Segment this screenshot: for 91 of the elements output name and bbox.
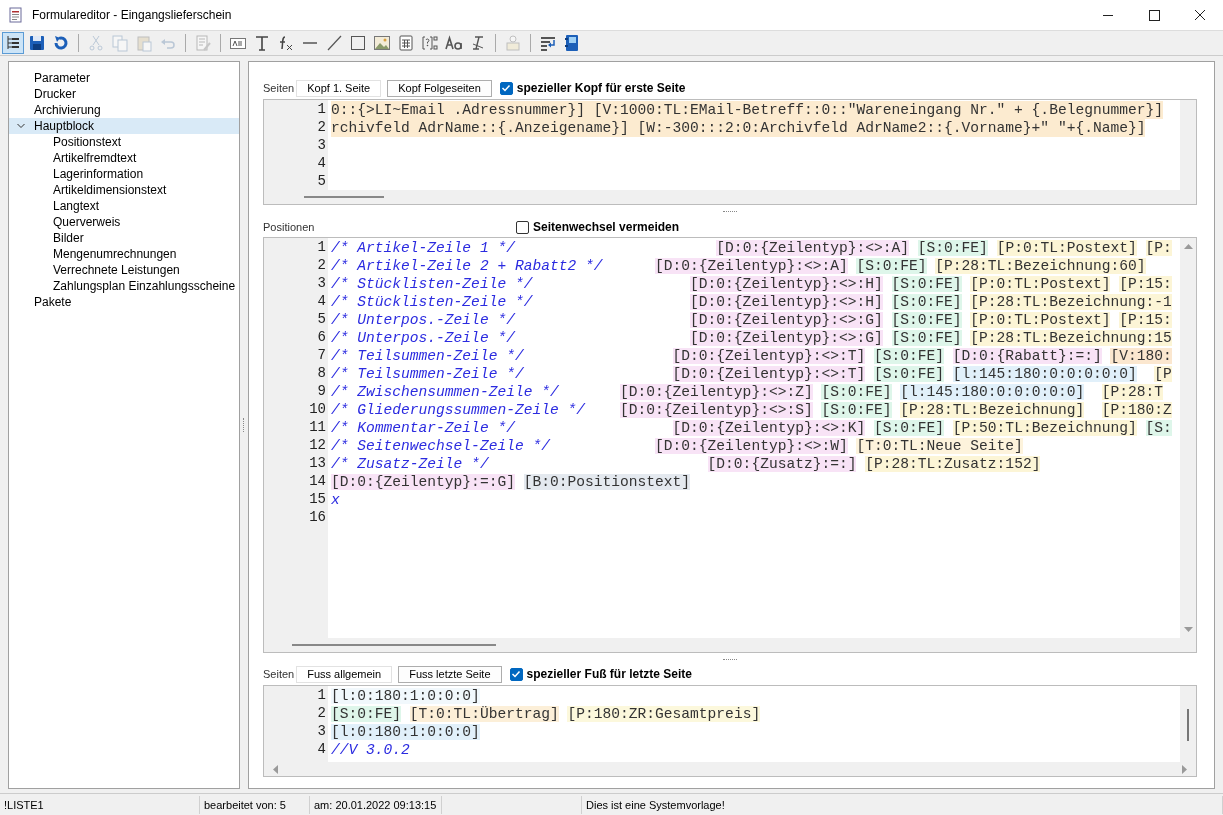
tab[interactable]: Fuss letzte Seite [398, 665, 502, 683]
code-line: /* Seitenwechsel-Zeile */ [D:0:{Zeilentyp}:<>:W] [T:0:TL:Neue Seite] [331, 437, 1023, 455]
tree-item[interactable]: Artikelfremdtext [9, 150, 239, 166]
code-line: [D:0:{Zeilentyp}:=:G] [B:0:Positionstext] [331, 473, 691, 491]
scroll-left-icon[interactable] [272, 764, 278, 774]
code-line: /* Stücklisten-Zeile */ [D:0:{Zeilentyp}:<>:H] [S:0:FE] [P:0:TL:Postext] [P:15: [331, 275, 1172, 293]
tree-item[interactable]: Querverweis [9, 214, 239, 230]
tree-item[interactable]: Zahlungsplan Einzahlungsscheine [9, 278, 239, 294]
status-text: Dies ist eine Systemvorlage! [582, 795, 1223, 814]
checkbox[interactable] [499, 81, 513, 95]
line-number: 16 [308, 509, 327, 527]
code-line: /* Teilsummen-Zeile */ [D:0:{Zeilentyp}:<>:T] [S:0:FE] [l:145:180:0:0:0:0:0] [P [331, 365, 1172, 383]
line-number: 12 [308, 437, 327, 455]
line-number: 4 [316, 741, 327, 759]
line-number: 15 [308, 491, 327, 509]
tab[interactable]: Kopf 1. Seite [296, 79, 382, 97]
tree-item[interactable]: Mengenumrechnungen [9, 246, 239, 262]
line-number: 2 [316, 257, 327, 275]
status-text: am: 20.01.2022 09:13:15 [310, 795, 442, 814]
chevron-down-icon[interactable] [16, 121, 26, 131]
tree-item[interactable]: Hauptblock [9, 118, 239, 134]
code-editor[interactable]: 1 2 3 4 [l:0:180:1:0:0:0] [S:0:FE] [T:0:TL:Übertrag] [P:180:ZR:Gesamtpreis] [l:0:180:1:0:0:0] //V 3.0.2 [263, 685, 1197, 777]
code-line: /* Zusatz-Zeile */ [D:0:{Zusatz}:=:] [P:28:TL:Zusatz:152] [331, 455, 1041, 473]
horizontal-scrollbar[interactable] [264, 190, 1196, 204]
status-text: !LISTE1 [0, 795, 200, 814]
line-number: 7 [316, 347, 327, 365]
status-text: bearbeitet von: 5 [200, 795, 310, 814]
code-line: /* Unterpos.-Zeile */ [D:0:{Zeilentyp}:<>:G] [S:0:FE] [P:0:TL:Postext] [P:15: [331, 311, 1172, 329]
checkbox-label: spezieller Kopf für erste Seite [516, 81, 686, 95]
vertical-scrollbar[interactable] [1180, 238, 1196, 638]
line-number: 3 [316, 275, 327, 293]
line-number: 6 [316, 329, 327, 347]
scroll-up-icon[interactable] [1183, 243, 1193, 249]
tab[interactable]: Fuss allgemein [296, 665, 393, 683]
code-line: /* Teilsummen-Zeile */ [D:0:{Zeilentyp}:<>:T] [S:0:FE] [D:0:{Rabatt}:=:] [V:180: [331, 347, 1172, 365]
code-line: /* Artikel-Zeile 2 + Rabatt2 */ [D:0:{Zeilentyp}:<>:A] [S:0:FE] [P:28:TL:Bezeichnung:60] [331, 257, 1146, 275]
line-number: 4 [316, 293, 327, 311]
code-line: [S:0:FE] [T:0:TL:Übertrag] [P:180:ZR:Gesamtpreis] [331, 705, 761, 723]
tree-item[interactable]: Langtext [9, 198, 239, 214]
code-line: /* Gliederungssummen-Zeile */ [D:0:{Zeilentyp}:<>:S] [S:0:FE] [P:28:TL:Bezeichnung] [P:180:Z [331, 401, 1172, 419]
code-line: /* Zwischensummen-Zeile */ [D:0:{Zeilentyp}:<>:Z] [S:0:FE] [l:145:180:0:0:0:0:0] [P:28:T [331, 383, 1164, 401]
vertical-scrollbar[interactable] [1180, 686, 1196, 762]
line-number: 5 [316, 311, 327, 329]
line-number: 9 [316, 383, 327, 401]
line-number: 3 [316, 137, 327, 155]
code-line: /* Artikel-Zeile 1 */ [D:0:{Zeilentyp}:<>:A] [S:0:FE] [P:0:TL:Postext] [P: [331, 239, 1172, 257]
code-line: /* Unterpos.-Zeile */ [D:0:{Zeilentyp}:<>:G] [S:0:FE] [P:28:TL:Bezeichnung:15 [331, 329, 1172, 347]
tab[interactable]: Kopf Folgeseiten [387, 79, 492, 97]
line-number: 4 [316, 155, 327, 173]
section-label: Seiten [263, 668, 295, 680]
code-editor[interactable]: 1 2 3 4 5 0::{>LI~Email .Adressnummer}] [V:1000:TL:EMail-Betreff::0::"Wareneingang Nr." + {.Belegnummer}] rchivfeld AdrName::{.Anzeigename}] [W:-300:::2:0:Archivfeld AdrName2::{.Vorname}+" "+{.Name}] [263, 99, 1197, 205]
scroll-down-icon[interactable] [1183, 627, 1193, 633]
tree-item[interactable]: Bilder [9, 230, 239, 246]
tree-item[interactable]: Positionstext [9, 134, 239, 150]
checkbox-label: spezieller Fuß für letzte Seite [526, 667, 692, 681]
line-number: 2 [316, 119, 327, 137]
tree-item[interactable]: Archivierung [9, 102, 239, 118]
tree-item[interactable]: Lagerinformation [9, 166, 239, 182]
code-editor[interactable] [263, 237, 1197, 653]
line-number: 10 [308, 401, 327, 419]
section-label: Positionen [263, 221, 316, 233]
line-number: 1 [316, 687, 327, 705]
code-line: x [331, 491, 340, 509]
tree-item[interactable]: Artikeldimensionstext [9, 182, 239, 198]
line-number: 11 [308, 419, 327, 437]
window-title: Formulareditor - Eingangslieferschein [32, 8, 233, 22]
line-number: 13 [308, 455, 327, 473]
vertical-scrollbar[interactable] [1180, 100, 1196, 190]
section-label: Seiten [263, 82, 295, 94]
code-line: //V 3.0.2 [331, 741, 410, 759]
scroll-right-icon[interactable] [1182, 764, 1188, 774]
checkbox[interactable] [509, 667, 523, 681]
horizontal-scrollbar[interactable] [264, 762, 1196, 776]
line-number: 1 [316, 239, 327, 257]
line-number: 1 [316, 101, 327, 119]
tree-item[interactable]: Verrechnete Leistungen [9, 262, 239, 278]
tree-item[interactable]: Parameter [9, 70, 239, 86]
tree-icon[interactable] [2, 32, 24, 54]
app-icon [8, 7, 24, 23]
horizontal-scrollbar[interactable] [264, 638, 1196, 652]
tree-item[interactable]: Drucker [9, 86, 239, 102]
code-line: /* Kommentar-Zeile */ [D:0:{Zeilentyp}:<>:K] [S:0:FE] [P:50:TL:Bezeichnung] [S: [331, 419, 1172, 437]
code-line: /* Stücklisten-Zeile */ [D:0:{Zeilentyp}:<>:H] [S:0:FE] [P:28:TL:Bezeichnung:-1 [331, 293, 1172, 311]
line-number: 8 [316, 365, 327, 383]
checkbox-label: Seitenwechsel vermeiden [533, 220, 680, 234]
line-number: 3 [316, 723, 327, 741]
line-number: 14 [308, 473, 327, 491]
checkbox[interactable] [516, 220, 529, 234]
tree-item[interactable]: Pakete [9, 294, 239, 310]
line-number: 2 [316, 705, 327, 723]
line-number: 5 [316, 173, 327, 190]
